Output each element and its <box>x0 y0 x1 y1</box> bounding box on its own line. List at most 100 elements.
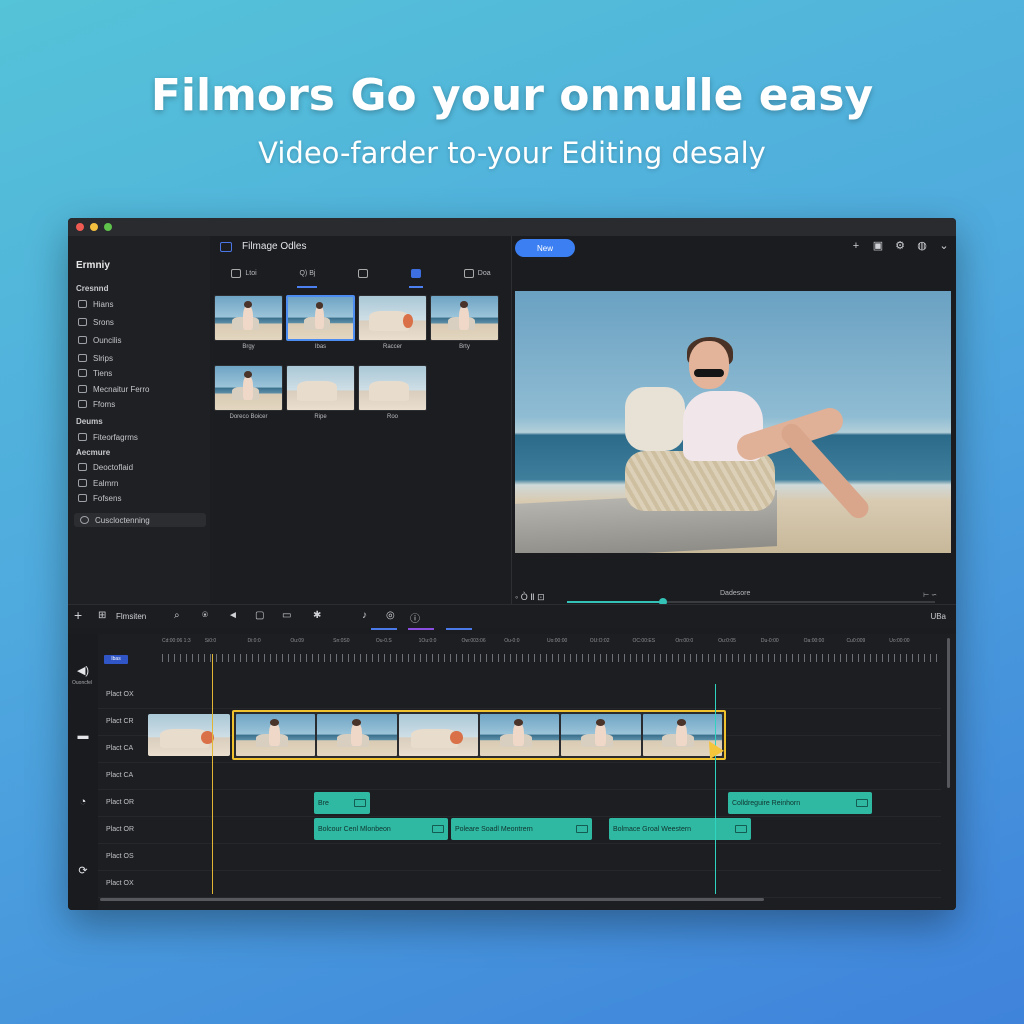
refresh-icon[interactable]: ⟳ <box>76 864 90 877</box>
media-thumbnail[interactable] <box>214 365 283 411</box>
timeline-right-label: UBa <box>930 612 946 621</box>
timeline-track-controls: ◀) Ouoncfel ▬ ◔ ⟳ <box>68 634 98 910</box>
caption-clip[interactable]: Poleare Soadl Meontrern <box>451 818 592 840</box>
close-window-button[interactable] <box>76 223 84 231</box>
folder-icon <box>78 400 87 408</box>
ruler-tick-label: 1Ou:0:0 <box>418 638 437 644</box>
tab-audio[interactable]: Q) Bj <box>293 262 321 288</box>
search-icon[interactable]: ⌕ <box>174 610 180 621</box>
playhead-marker[interactable] <box>212 654 213 894</box>
sidebar-item-ealmrn[interactable]: Ealmrn <box>78 476 204 490</box>
media-thumbnail-label: Ibas <box>314 344 327 350</box>
plus-icon[interactable]: + <box>850 240 862 252</box>
video-clip[interactable] <box>148 714 230 756</box>
caption-clip[interactable]: Bolcour Cenl Mlonbeon <box>314 818 448 840</box>
media-thumbnail-label: Roo <box>386 414 398 420</box>
tab-elements[interactable]: Doa <box>458 262 497 284</box>
track-row: Plact OX <box>98 682 941 709</box>
filters-label[interactable]: Flmsiten <box>116 612 146 621</box>
sidebar: Ermniy Cresnnd Hians Srons Ouncilis Slri… <box>68 236 210 628</box>
caption-icon <box>576 825 588 833</box>
sidebar-item-fiteorfagrms[interactable]: Fiteorfagrms <box>78 430 204 444</box>
image-icon[interactable]: ▣ <box>872 240 884 252</box>
media-thumbnail[interactable] <box>430 295 499 341</box>
hero-subtitle: Video-farder to-your Editing desaly <box>258 136 766 170</box>
video-clip-selected[interactable] <box>232 710 726 760</box>
sidebar-item-ouncilis[interactable]: Ouncilis <box>78 333 204 347</box>
ruler-tick-label: OU:O:02 <box>589 638 610 644</box>
brush-icon[interactable]: ⍟ <box>202 610 208 621</box>
preview-person-head <box>689 341 729 389</box>
caption-clip[interactable]: Bre <box>314 792 370 814</box>
playback-end-controls[interactable]: ⊢ ∽ <box>923 591 937 599</box>
caption-clip[interactable]: Colldreguire Reinhorn <box>728 792 872 814</box>
audio-icon[interactable]: ◀) <box>76 664 90 677</box>
tab-titles[interactable] <box>352 262 374 284</box>
sidebar-item-selected[interactable]: Cuscloctenning <box>74 513 206 527</box>
add-track-button[interactable]: + <box>74 607 82 623</box>
sidebar-item-deoctoflaid[interactable]: Deoctoflaid <box>78 460 204 474</box>
screen-icon[interactable]: ▭ <box>282 610 291 621</box>
horizontal-scrollbar[interactable] <box>100 898 764 901</box>
info-icon[interactable]: ⓘ <box>410 610 420 625</box>
vertical-scrollbar[interactable] <box>947 638 950 788</box>
media-thumbnail[interactable] <box>358 295 427 341</box>
minimize-window-button[interactable] <box>90 223 98 231</box>
ruler-tick-label: Di:0:0 <box>247 638 261 644</box>
gear-icon[interactable]: ✱ <box>313 610 321 621</box>
track-row: Plact OX <box>98 871 941 898</box>
audio-split-icon[interactable]: ♪ <box>362 610 367 621</box>
media-thumbnail-label: Brty <box>459 344 470 350</box>
layers-icon <box>78 354 87 362</box>
clip-frame <box>398 714 478 756</box>
sidebar-group-heading: Deums <box>76 417 103 426</box>
tab-media[interactable]: Ltoi <box>225 262 262 284</box>
maximize-window-button[interactable] <box>104 223 112 231</box>
document-icon <box>78 494 87 502</box>
media-thumbnail[interactable] <box>358 365 427 411</box>
scrubber-track[interactable] <box>567 598 935 606</box>
list-icon <box>78 463 87 471</box>
panel-toggle-icon[interactable] <box>220 241 232 252</box>
clock-icon <box>78 369 87 377</box>
scrubber-progress <box>567 601 663 603</box>
speed-icon[interactable]: ◎ <box>386 610 395 621</box>
tab-effects[interactable] <box>405 262 427 288</box>
titles-icon <box>358 268 369 278</box>
app-title: Ermniy <box>76 260 110 271</box>
caption-clip[interactable]: Bolmace Groal Weestern <box>609 818 751 840</box>
sidebar-item-mecnaitur[interactable]: Mecnaitur Ferro <box>78 382 204 396</box>
sidebar-item-ffoms[interactable]: Ffoms <box>78 397 204 411</box>
clip-frame <box>479 714 560 756</box>
ruler-tick-label: Si0:0 <box>204 638 217 644</box>
clip-frame <box>236 714 316 756</box>
playhead[interactable] <box>715 684 716 894</box>
media-thumbnail[interactable] <box>214 295 283 341</box>
cut-icon[interactable]: ◄ <box>228 610 238 621</box>
sidebar-item-hians[interactable]: Hians <box>78 297 204 311</box>
filter-icon[interactable]: ⊞ <box>98 610 106 621</box>
sidebar-item-srons[interactable]: Srons <box>78 315 204 329</box>
video-preview[interactable] <box>515 291 951 553</box>
media-thumbnail-selected[interactable] <box>286 295 355 341</box>
timeline-tab-markers <box>368 628 488 631</box>
timer-icon[interactable]: ◔ <box>76 796 90 808</box>
track-label: Plact OX <box>106 691 134 698</box>
globe-icon[interactable]: ◍ <box>916 240 928 252</box>
sidebar-item-slrips[interactable]: Slrips <box>78 351 204 365</box>
film-icon <box>78 385 87 393</box>
playback-controls[interactable]: ◦ Ò Ⅱ ⊡ <box>515 592 545 603</box>
chevron-down-icon[interactable]: ⌄ <box>938 240 950 252</box>
ruler-tick-label: Ou-0:0 <box>504 638 520 644</box>
sidebar-item-fofsens[interactable]: Fofsens <box>78 491 204 505</box>
ruler-tick-label: Ou-0.S <box>375 638 392 644</box>
new-button[interactable]: New <box>515 239 575 257</box>
preview-pillow <box>625 387 685 451</box>
sidebar-item-tiens[interactable]: Tiens <box>78 366 204 380</box>
folder-icon[interactable]: ▬ <box>76 730 90 742</box>
settings-icon[interactable]: ⚙ <box>894 240 906 252</box>
crop-icon[interactable]: ▢ <box>255 610 264 621</box>
playback-label: Dadesore <box>720 590 751 597</box>
media-thumbnail-label: Doreco Boicer <box>229 414 268 420</box>
media-thumbnail[interactable] <box>286 365 355 411</box>
